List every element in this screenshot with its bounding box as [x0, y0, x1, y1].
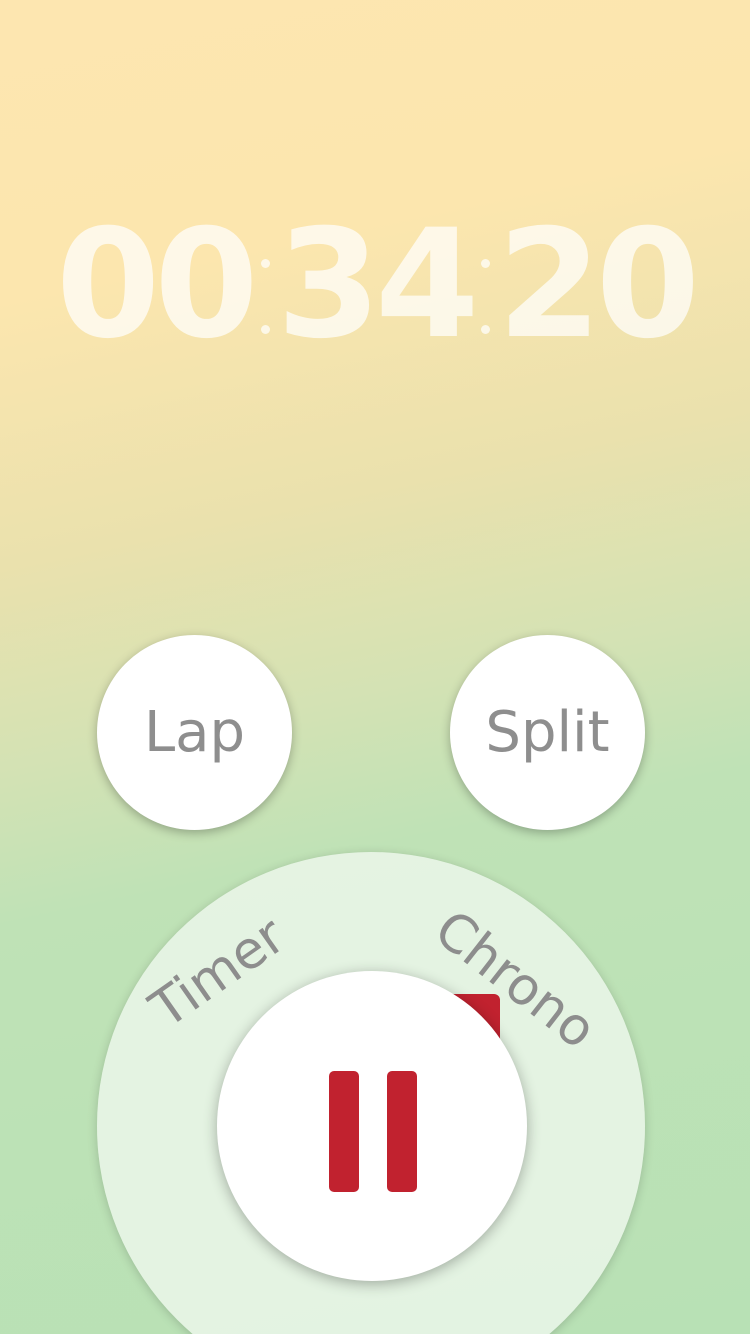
pause-icon-bar: [329, 1071, 359, 1192]
chronometer-screen: 00 34 20 Lap Split Timer Chrono: [0, 0, 750, 1334]
split-button[interactable]: Split: [450, 635, 645, 830]
lap-button-label: Lap: [143, 700, 246, 765]
time-separator: [251, 235, 279, 335]
pause-icon-bar: [387, 1071, 417, 1192]
split-button-label: Split: [485, 700, 610, 765]
elapsed-time-display: 00 34 20: [0, 200, 750, 370]
lap-button[interactable]: Lap: [97, 635, 292, 830]
hours-value: 00: [55, 198, 259, 372]
minutes-value: 34: [276, 198, 480, 372]
time-separator: [471, 235, 499, 335]
pause-button[interactable]: [217, 971, 527, 1281]
seconds-value: 20: [497, 198, 700, 372]
